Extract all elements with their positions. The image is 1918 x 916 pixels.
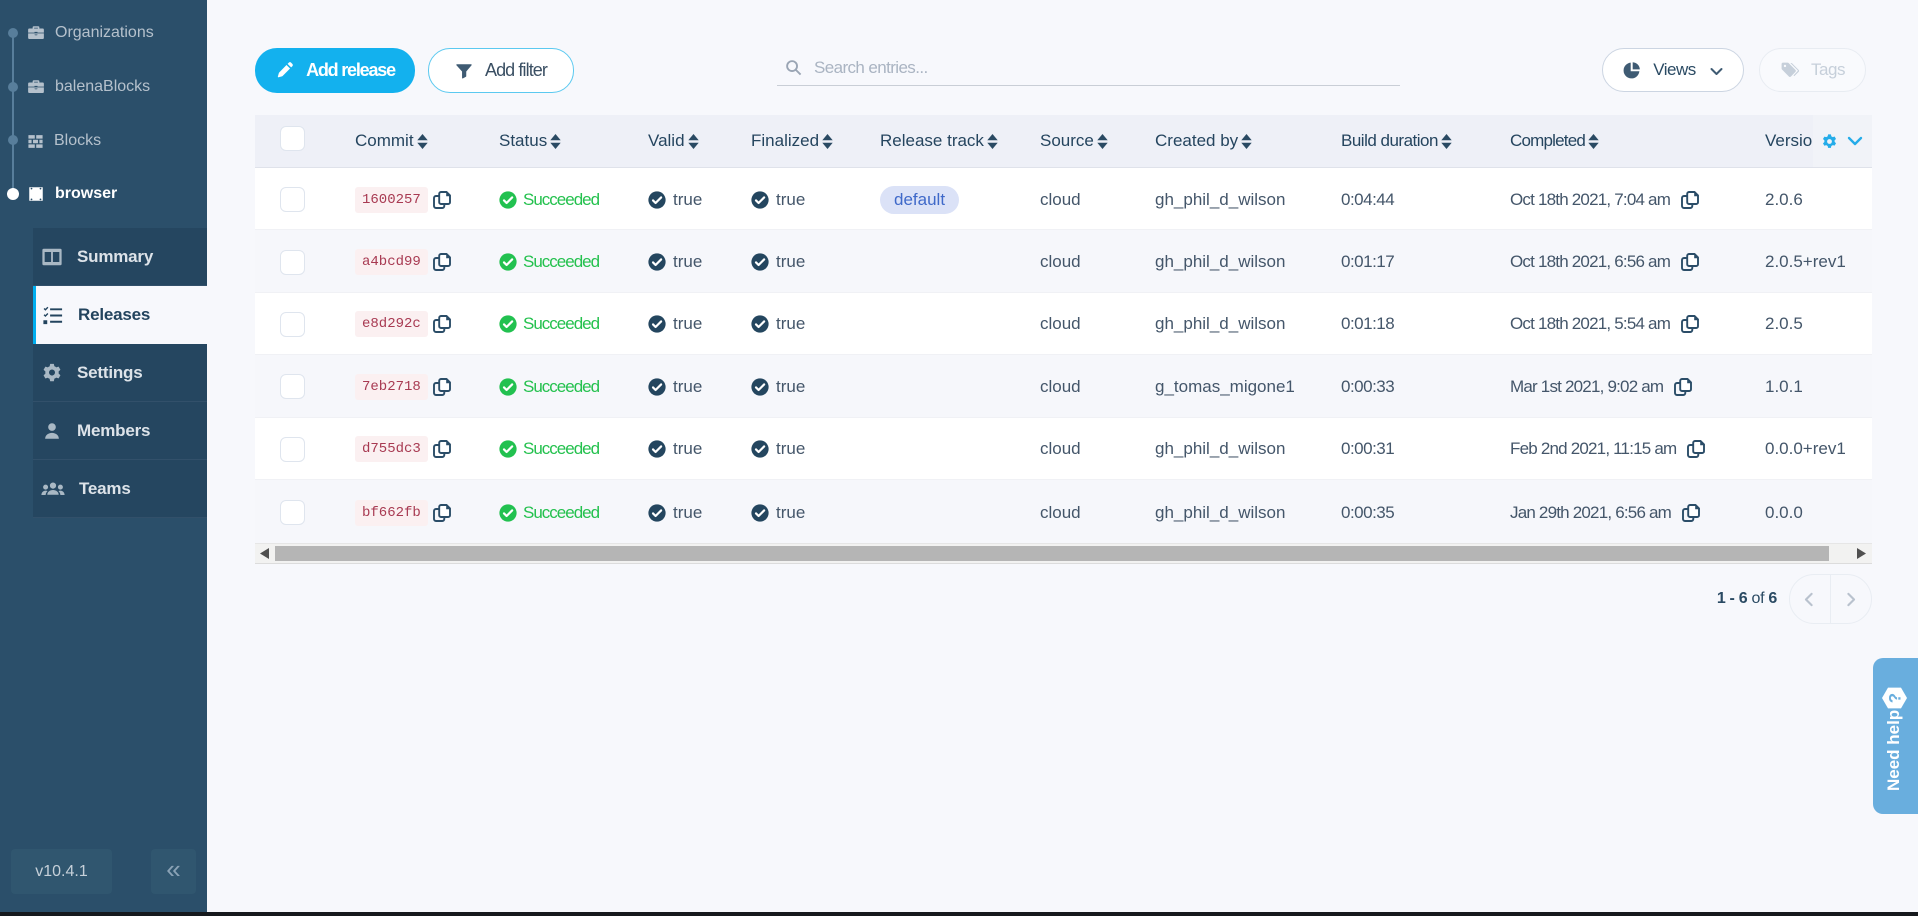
svg-text:?: ?: [1886, 693, 1905, 703]
